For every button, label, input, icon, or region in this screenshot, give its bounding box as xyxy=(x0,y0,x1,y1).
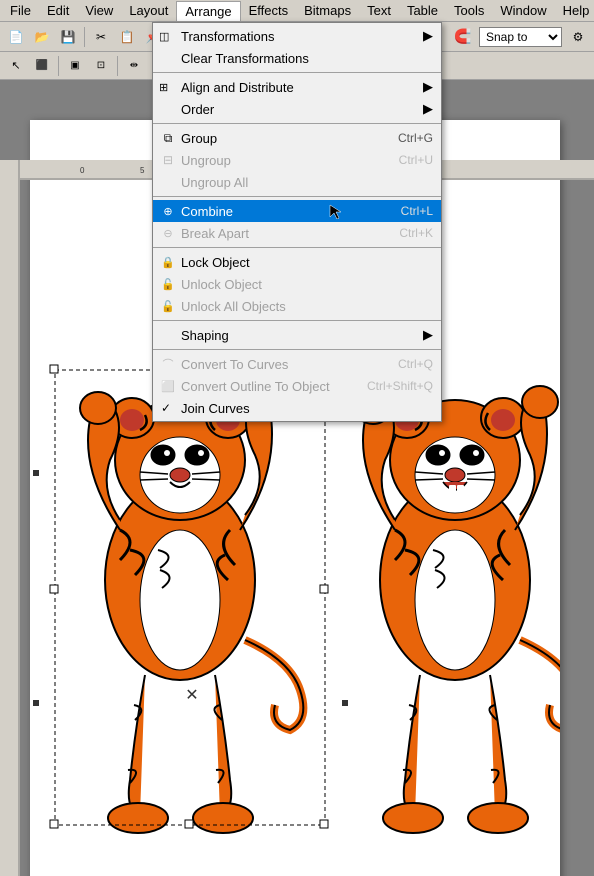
menu-transformations[interactable]: ◫ Transformations ▶ xyxy=(153,25,441,47)
menu-unlock-all[interactable]: 🔓 Unlock All Objects xyxy=(153,295,441,317)
outline-icon: ⬜ xyxy=(157,380,179,393)
cut-button[interactable]: ✂ xyxy=(89,25,113,49)
menu-table[interactable]: Table xyxy=(399,1,446,20)
combine-shortcut: Ctrl+L xyxy=(371,204,433,218)
ungroup-all-label: Ungroup All xyxy=(181,175,248,190)
snap-magnet-icon[interactable]: 🧲 xyxy=(451,25,475,49)
menubar: File Edit View Layout Arrange Effects Bi… xyxy=(0,0,594,22)
menu-text[interactable]: Text xyxy=(359,1,399,20)
menu-file[interactable]: File xyxy=(2,1,39,20)
ungroup-label: Ungroup xyxy=(181,153,231,168)
sep1 xyxy=(84,27,85,47)
break-shortcut: Ctrl+K xyxy=(369,226,433,240)
menu-ungroup-all[interactable]: Ungroup All xyxy=(153,171,441,193)
menu-lock-object[interactable]: 🔒 Lock Object xyxy=(153,251,441,273)
sep6 xyxy=(153,349,441,350)
snap-select[interactable]: Snap to Grid Guidelines Objects xyxy=(479,27,562,47)
menu-align-distribute[interactable]: ⊞ Align and Distribute ▶ xyxy=(153,76,441,98)
group-icon: ⧉ xyxy=(157,131,179,146)
break-apart-label: Break Apart xyxy=(181,226,249,241)
arrange-dropdown-menu: ◫ Transformations ▶ Clear Transformation… xyxy=(152,22,442,422)
unlock-icon: 🔓 xyxy=(157,278,179,291)
ruler-vertical xyxy=(0,160,20,876)
convert-outline-label: Convert Outline To Object xyxy=(181,379,330,394)
break-icon: ⊖ xyxy=(157,227,179,240)
menu-bitmaps[interactable]: Bitmaps xyxy=(296,1,359,20)
menu-combine[interactable]: ⊕ Combine Ctrl+L xyxy=(153,200,441,222)
snap-area: 🧲 Snap to Grid Guidelines Objects ⚙ xyxy=(451,25,590,49)
transformations-label: Transformations xyxy=(181,29,274,44)
order-label: Order xyxy=(181,102,214,117)
menu-arrange[interactable]: Arrange xyxy=(176,1,240,21)
convert-curves-label: Convert To Curves xyxy=(181,357,288,372)
order-arrow-icon: ▶ xyxy=(413,101,433,117)
svg-text:5: 5 xyxy=(140,166,145,175)
unlock-all-icon: 🔓 xyxy=(157,300,179,313)
lock-object-label: Lock Object xyxy=(181,255,250,270)
menu-ungroup[interactable]: ⊟ Ungroup Ctrl+U xyxy=(153,149,441,171)
combine-icon: ⊕ xyxy=(157,205,179,218)
menu-edit[interactable]: Edit xyxy=(39,1,77,20)
open-button[interactable]: 📂 xyxy=(30,25,54,49)
menu-break-apart[interactable]: ⊖ Break Apart Ctrl+K xyxy=(153,222,441,244)
menu-help[interactable]: Help xyxy=(555,1,594,20)
save-button[interactable]: 💾 xyxy=(56,25,80,49)
menu-unlock-object[interactable]: 🔓 Unlock Object xyxy=(153,273,441,295)
align-arrow-icon: ▶ xyxy=(413,79,433,95)
combine-label: Combine xyxy=(181,204,233,219)
menu-join-curves[interactable]: Join Curves xyxy=(153,397,441,419)
menu-effects[interactable]: Effects xyxy=(241,1,297,20)
sep5 xyxy=(153,320,441,321)
new-button[interactable]: 📄 xyxy=(4,25,28,49)
outline-shortcut: Ctrl+Shift+Q xyxy=(337,379,433,393)
menu-icon-transformations: ◫ xyxy=(159,30,169,43)
unlock-object-label: Unlock Object xyxy=(181,277,262,292)
menu-window[interactable]: Window xyxy=(492,1,554,20)
copy-button[interactable]: 📋 xyxy=(115,25,139,49)
align-distribute-btn[interactable]: ⇹ xyxy=(122,54,146,78)
group-btn[interactable]: ▣ xyxy=(63,54,87,78)
clear-transformations-label: Clear Transformations xyxy=(181,51,309,66)
cursor-icon xyxy=(328,203,342,219)
sep1 xyxy=(153,72,441,73)
menu-clear-transformations[interactable]: Clear Transformations xyxy=(153,47,441,69)
lock-icon: 🔒 xyxy=(157,256,179,269)
align-distribute-label: Align and Distribute xyxy=(181,80,294,95)
tool-align-left[interactable]: ⬛ xyxy=(30,54,54,78)
svg-text:0: 0 xyxy=(80,166,85,175)
menu-tools[interactable]: Tools xyxy=(446,1,492,20)
sep4 xyxy=(153,247,441,248)
shaping-arrow-icon: ▶ xyxy=(413,327,433,343)
svg-text:✕: ✕ xyxy=(185,687,198,704)
ungroup-icon: ⊟ xyxy=(157,153,179,167)
unlock-all-label: Unlock All Objects xyxy=(181,299,286,314)
menu-group[interactable]: ⧉ Group Ctrl+G xyxy=(153,127,441,149)
align-icon: ⊞ xyxy=(159,81,168,94)
menu-order[interactable]: Order ▶ xyxy=(153,98,441,120)
shaping-label: Shaping xyxy=(181,328,229,343)
menu-shaping[interactable]: Shaping ▶ xyxy=(153,324,441,346)
arrow-icon: ▶ xyxy=(413,28,433,44)
group-label: Group xyxy=(181,131,217,146)
ungroup-shortcut: Ctrl+U xyxy=(369,153,433,167)
tool-select[interactable]: ↖ xyxy=(4,54,28,78)
join-curves-label: Join Curves xyxy=(181,401,250,416)
curves-icon: ⌒ xyxy=(157,356,179,372)
ungroup-btn[interactable]: ⊡ xyxy=(89,54,113,78)
menu-convert-outline[interactable]: ⬜ Convert Outline To Object Ctrl+Shift+Q xyxy=(153,375,441,397)
menu-layout[interactable]: Layout xyxy=(121,1,176,20)
menu-convert-curves[interactable]: ⌒ Convert To Curves Ctrl+Q xyxy=(153,353,441,375)
curves-shortcut: Ctrl+Q xyxy=(368,357,433,371)
sep3 xyxy=(153,196,441,197)
snap-settings-icon[interactable]: ⚙ xyxy=(566,25,590,49)
sep2 xyxy=(153,123,441,124)
group-shortcut: Ctrl+G xyxy=(368,131,433,145)
sep6 xyxy=(117,56,118,76)
menu-view[interactable]: View xyxy=(77,1,121,20)
sep5 xyxy=(58,56,59,76)
